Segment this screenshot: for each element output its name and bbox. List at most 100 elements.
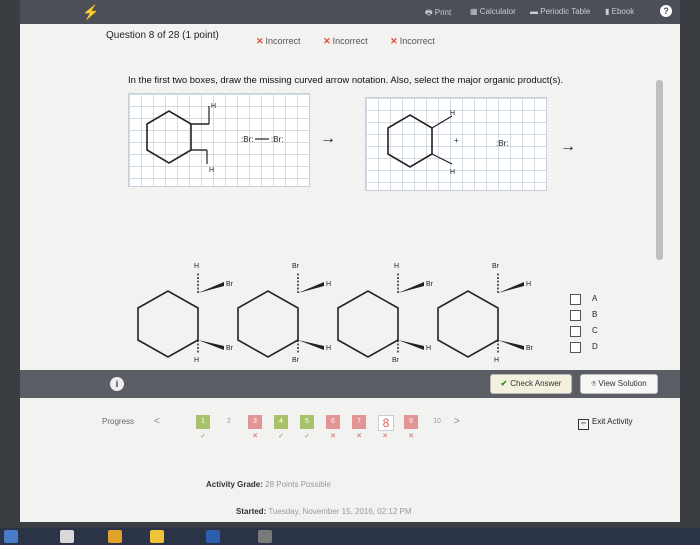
top-toolbar: ⚡ 🖶 Print ▦ Calculator ▬ Periodic Table … — [20, 0, 680, 24]
substituent-label: Br — [292, 357, 300, 364]
vertical-scrollbar[interactable] — [656, 80, 663, 260]
hydrogen-label: H — [450, 110, 455, 117]
attempt-item: ✕ Incorrect — [256, 36, 311, 46]
incorrect-icon: ✕ — [256, 36, 264, 46]
word-icon[interactable] — [206, 530, 220, 543]
substituent-label: Br — [226, 345, 234, 352]
product-structure-c: H Br H Br — [337, 263, 434, 364]
progress-bar: Progress < 1 ✓ 2 3 ✕ 4 ✓ 5 ✓ 6 ✕ 7 ✕ 8 ✕ 9 ✕ 10 > ⇦ Exit A… — [20, 405, 680, 445]
intermediate-structure: H H + :Br: — [387, 110, 508, 176]
view-solution-label: View Solution — [598, 379, 647, 388]
app-icon[interactable] — [258, 530, 272, 543]
periodic-table-button[interactable]: ▬ Periodic Table — [530, 7, 590, 16]
substituent-label: H — [326, 281, 331, 288]
start-button-icon[interactable] — [4, 530, 18, 543]
substituent-label: H — [194, 263, 199, 270]
drawing-box-2[interactable]: H H + :Br: — [365, 97, 547, 191]
progress-status-icon: ✓ — [200, 433, 206, 440]
check-answer-button[interactable]: ✔ Check Answer — [490, 374, 572, 394]
activity-started: Started: Tuesday, November 15, 2016, 02:… — [236, 507, 412, 516]
substituent-label: Br — [392, 357, 400, 364]
ebook-button[interactable]: ▮ Ebook — [605, 7, 634, 16]
progress-item-5[interactable]: 5 — [300, 415, 314, 429]
product-structure-d: Br H Br H — [437, 263, 534, 364]
substituent-label: H — [494, 357, 499, 364]
check-answer-label: Check Answer — [510, 379, 562, 388]
progress-status-icon: ✕ — [330, 433, 336, 440]
grade-value: 28 Points Possible — [265, 480, 331, 489]
product-structure-a: H Br Br H — [137, 263, 234, 364]
attempt-label: Incorrect — [399, 36, 435, 46]
calculator-label: Calculator — [479, 7, 516, 16]
reaction-arrow-icon: → — [560, 138, 576, 155]
progress-status-icon: ✓ — [304, 433, 310, 440]
progress-item-4[interactable]: 4 — [274, 415, 288, 429]
progress-item-3[interactable]: 3 — [248, 415, 262, 429]
attempt-item: ✕ Incorrect — [390, 36, 445, 46]
progress-item-6[interactable]: 6 — [326, 415, 340, 429]
svg-text:+: + — [454, 136, 459, 145]
progress-item-2[interactable]: 2 — [222, 415, 236, 429]
periodic-table-label: Periodic Table — [540, 7, 591, 16]
progress-item-7[interactable]: 7 — [352, 415, 366, 429]
hydrogen-label: H — [211, 103, 216, 110]
progress-item-9[interactable]: 9 — [404, 415, 418, 429]
progress-status-icon: ✕ — [252, 433, 258, 440]
product-structures: H Br Br H Br H H Br H Br H Br Br H Br H — [137, 263, 534, 364]
option-label: A — [592, 294, 598, 303]
progress-status-icon: ✕ — [408, 433, 414, 440]
progress-prev-button[interactable]: < — [154, 416, 160, 427]
option-checkbox[interactable] — [570, 342, 581, 353]
calculator-button[interactable]: ▦ Calculator — [470, 7, 516, 16]
progress-next-button[interactable]: > — [454, 416, 460, 427]
view-solution-button[interactable]: ⌾ View Solution — [580, 374, 658, 394]
attempt-label: Incorrect — [332, 36, 368, 46]
progress-status-icon: ✕ — [382, 433, 388, 440]
substituent-label: Br — [426, 281, 434, 288]
option-checkbox[interactable] — [570, 326, 581, 337]
reaction-arrow-icon: → — [320, 130, 336, 147]
folder-icon[interactable] — [150, 530, 164, 543]
progress-item-8[interactable]: 8 — [378, 415, 394, 431]
option-d[interactable]: D — [570, 342, 618, 354]
substituent-label: Br — [292, 263, 300, 270]
print-button[interactable]: 🖶 Print — [425, 7, 451, 21]
progress-status-icon: ✓ — [278, 433, 284, 440]
incorrect-icon: ✕ — [323, 36, 331, 46]
progress-item-10[interactable]: 10 — [430, 415, 444, 429]
started-value: Tuesday, November 15, 2016, 02:12 PM — [268, 507, 412, 516]
option-checkbox[interactable] — [570, 294, 581, 305]
option-a[interactable]: A — [570, 294, 618, 306]
question-prompt: In the first two boxes, draw the missing… — [128, 75, 564, 86]
info-icon[interactable]: i — [110, 377, 124, 391]
option-b[interactable]: B — [570, 310, 618, 322]
checkmark-icon: ✔ — [500, 379, 508, 388]
grade-label: Activity Grade: — [206, 480, 263, 489]
progress-status-icon: ✕ — [356, 433, 362, 440]
hydrogen-label: H — [450, 169, 455, 176]
ebook-label: Ebook — [611, 7, 635, 16]
started-label: Started: — [236, 507, 267, 516]
option-c[interactable]: C — [570, 326, 618, 338]
option-label: C — [592, 326, 598, 335]
substituent-label: Br — [226, 281, 234, 288]
activity-grade: Activity Grade: 28 Points Possible — [206, 480, 331, 489]
attempt-history: ✕ Incorrect ✕ Incorrect ✕ Incorrect — [256, 36, 455, 47]
hydrogen-label: H — [209, 167, 214, 174]
incorrect-icon: ✕ — [390, 36, 398, 46]
help-button[interactable]: ? — [660, 5, 672, 17]
exit-activity-button[interactable]: ⇦ Exit Activity — [578, 417, 632, 430]
os-taskbar — [0, 528, 700, 545]
action-bar: i ✔ Check Answer ⌾ View Solution — [20, 370, 680, 398]
exit-icon: ⇦ — [578, 419, 589, 430]
option-checkbox[interactable] — [570, 310, 581, 321]
drawing-box-1[interactable]: H H :Br: :Br: — [128, 93, 310, 187]
app-icon[interactable] — [60, 530, 74, 543]
bromide-label: :Br: — [241, 135, 253, 144]
question-header: Question 8 of 28 (1 point) — [106, 30, 219, 41]
browser-icon[interactable] — [108, 530, 122, 543]
progress-item-1[interactable]: 1 — [196, 415, 210, 429]
print-label: Print — [434, 8, 452, 17]
substituent-label: H — [426, 345, 431, 352]
progress-label: Progress — [102, 417, 135, 426]
